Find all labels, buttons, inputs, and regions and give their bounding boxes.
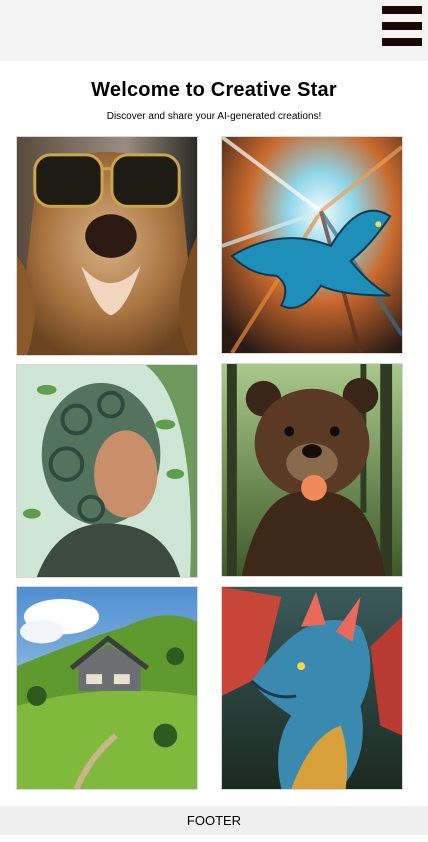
gallery-image-blue-dragon-speed[interactable] (221, 136, 403, 354)
gallery-image-hillside-house[interactable] (16, 586, 198, 790)
dog-sunglasses-image (17, 137, 197, 355)
menu-bar-line (382, 38, 422, 46)
menu-bar-line (382, 6, 422, 14)
top-bar (0, 0, 428, 61)
page-title: Welcome to Creative Star (91, 79, 337, 101)
gallery-image-dog-sunglasses[interactable] (16, 136, 198, 356)
gallery-image-cyborg-woman[interactable] (16, 364, 198, 578)
dragon-portrait-image (222, 587, 402, 789)
hillside-house-image (17, 587, 197, 789)
gallery-image-dragon-portrait[interactable] (221, 586, 403, 790)
bear-eating-flower-image (222, 364, 402, 576)
blue-dragon-speed-image (222, 137, 402, 353)
footer-label: FOOTER (186, 813, 242, 828)
page-subtitle: Discover and share your AI-generated cre… (106, 111, 322, 122)
footer: FOOTER (0, 806, 428, 835)
gallery-image-bear-flower[interactable] (221, 363, 403, 577)
hamburger-menu-icon[interactable] (382, 6, 422, 46)
menu-bar-line (382, 22, 422, 30)
cyborg-woman-image (17, 365, 197, 577)
